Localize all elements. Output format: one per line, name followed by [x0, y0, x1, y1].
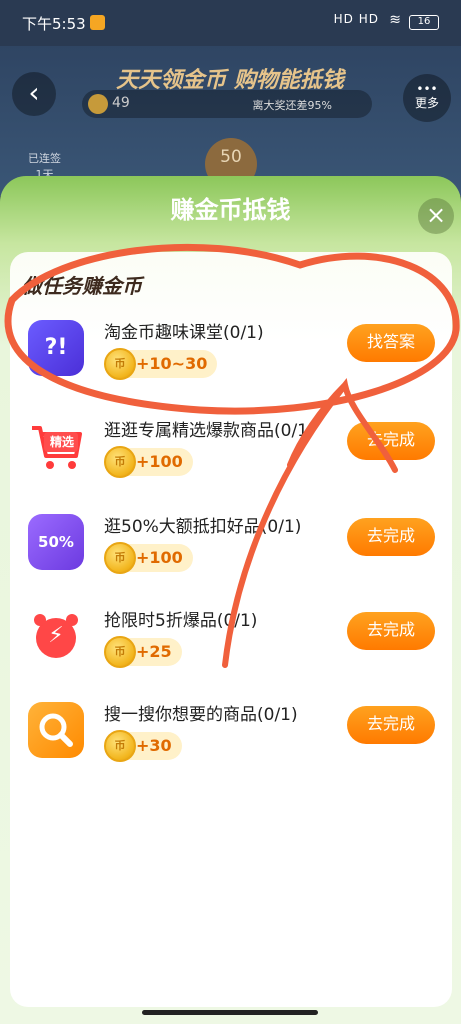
search-icon: [28, 702, 84, 758]
alarm-clock-icon: ⚡: [28, 608, 84, 664]
prize-progress-text: 离大奖还差95%: [252, 99, 332, 112]
task-name: 搜一搜你想要的商品(0/1): [104, 705, 298, 725]
reward-amount: +25: [136, 642, 172, 661]
task-name: 逛50%大额抵扣好品(0/1): [104, 517, 302, 537]
reward-amount: +30: [136, 736, 172, 755]
close-button[interactable]: ×: [418, 198, 454, 234]
complete-button[interactable]: 去完成: [347, 518, 435, 556]
complete-button[interactable]: 去完成: [347, 422, 435, 460]
task-name: 淘金币趣味课堂(0/1): [104, 323, 264, 343]
coin-balance-pill[interactable]: 49 离大奖还差95%: [82, 90, 372, 118]
complete-button[interactable]: 去完成: [347, 612, 435, 650]
sheet-title: 赚金币抵钱: [170, 196, 291, 224]
coin-icon: 币: [104, 542, 136, 574]
reward-amount: +10~30: [136, 354, 208, 373]
reward-pill: 币 +10~30: [104, 348, 218, 380]
task-row: ?! 淘金币趣味课堂(0/1) 币 +10~30 找答案: [0, 316, 461, 396]
reward-pill: 币 +100: [104, 542, 193, 574]
cart-icon: 精选: [28, 418, 84, 474]
signal-icon: HD HD: [333, 12, 379, 26]
reward-pill: 币 +30: [104, 730, 182, 762]
section-title: 做任务赚金币: [22, 274, 142, 298]
notification-icon: [90, 15, 105, 30]
coin-icon: 币: [104, 446, 136, 478]
coin-icon: [88, 94, 108, 114]
more-dots-icon: •••: [416, 82, 438, 96]
status-time: 下午5:53: [22, 15, 86, 33]
reward-amount: +100: [136, 452, 183, 471]
chevron-left-icon: ‹: [28, 76, 40, 109]
task-row: 精选 逛逛专属精选爆款商品(0/1) 币 +100 去完成: [0, 414, 461, 494]
reward-pill: 币 +100: [104, 446, 193, 478]
status-bar: 下午5:53 HD HD ≋ 16: [0, 0, 461, 46]
wifi-icon: ≋: [389, 12, 401, 28]
coin-icon: 币: [104, 348, 136, 380]
coin-count: 49: [112, 95, 130, 111]
complete-button[interactable]: 去完成: [347, 706, 435, 744]
task-row: ⚡ 抢限时5折爆品(0/1) 币 +25 去完成: [0, 604, 461, 684]
quiz-icon: ?!: [28, 320, 84, 376]
back-button[interactable]: ‹: [12, 72, 56, 116]
task-name: 抢限时5折爆品(0/1): [104, 611, 258, 631]
discount-bag-icon: 50%: [28, 514, 84, 570]
coin-icon: 币: [104, 730, 136, 762]
task-row: 50% 逛50%大额抵扣好品(0/1) 币 +100 去完成: [0, 510, 461, 590]
close-icon: ×: [425, 201, 447, 229]
coin-icon: 币: [104, 636, 136, 668]
more-button[interactable]: ••• 更多: [403, 74, 451, 122]
more-label: 更多: [414, 96, 439, 110]
battery-icon: 16: [409, 15, 439, 30]
reward-amount: +100: [136, 548, 183, 567]
home-indicator: [142, 1010, 318, 1015]
reward-pill: 币 +25: [104, 636, 182, 668]
find-answer-button[interactable]: 找答案: [347, 324, 435, 362]
task-row: 搜一搜你想要的商品(0/1) 币 +30 去完成: [0, 698, 461, 778]
task-name: 逛逛专属精选爆款商品(0/1): [104, 421, 315, 441]
